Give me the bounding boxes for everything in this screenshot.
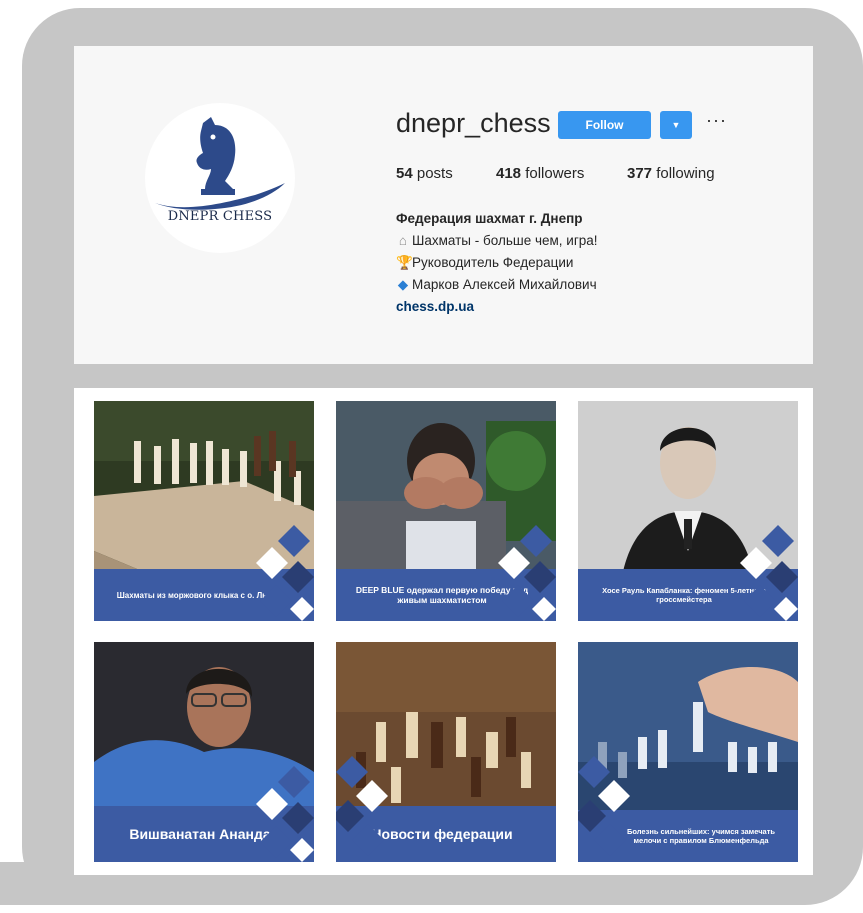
avatar[interactable]: DNEPR CHESS: [145, 103, 295, 253]
stat-posts-label: posts: [416, 165, 453, 182]
post-tile[interactable]: Новости федерации: [336, 642, 556, 862]
stat-followers-label: followers: [525, 165, 585, 182]
post-tile[interactable]: DEEP BLUE одержал первую победу над живы…: [336, 401, 556, 621]
diamond-pattern-decoration: [256, 525, 314, 621]
more-options-icon[interactable]: ···: [706, 110, 727, 131]
stat-followers[interactable]: 418 followers: [496, 165, 584, 182]
diamond-pattern-decoration: [578, 756, 630, 856]
avatar-brand-text: DNEPR CHESS: [167, 209, 273, 224]
diamond-pattern-decoration: [740, 525, 798, 621]
profile-header: DNEPR CHESS dnepr_chess Follow ▼ ··· 54 …: [74, 46, 813, 364]
bio-line-3-text: Марков Алексей Михайлович: [412, 277, 597, 292]
diamond-pattern-decoration: [256, 766, 314, 862]
stat-following[interactable]: 377 following: [627, 165, 715, 182]
stat-following-label: following: [656, 165, 715, 182]
posts-grid: Шахматы из моржового клыка с о. Льюис DE…: [74, 388, 813, 875]
trophy-icon: 🏆: [396, 255, 413, 270]
follow-button[interactable]: Follow: [558, 111, 651, 139]
knight-logo-icon: [155, 117, 285, 210]
stat-followers-count: 418: [496, 165, 522, 182]
diamond-pattern-decoration: [336, 756, 388, 856]
stat-following-count: 377: [627, 165, 653, 182]
profile-bio: Федерация шахмат г. Днепр ⌂ Шахматы - бол…: [396, 208, 598, 318]
post-tile[interactable]: Шахматы из моржового клыка с о. Льюис: [94, 401, 314, 621]
post-tile[interactable]: Вишванатан Ананда: [94, 642, 314, 862]
diamond-icon: ◆: [397, 277, 409, 292]
bio-line-2: 🏆Руководитель Федерации: [396, 252, 598, 274]
post-tile[interactable]: Хосе Рауль Капабланка: феномен 5-летнего…: [578, 401, 798, 621]
bio-line-1-text: Шахматы - больше чем, игра!: [412, 233, 598, 248]
stat-posts-count: 54: [396, 165, 413, 182]
bio-website-link[interactable]: chess.dp.ua: [396, 296, 598, 318]
post-caption: Болезнь сильнейших: учимся замечать мело…: [626, 827, 775, 845]
bio-line-1: ⌂ Шахматы - больше чем, игра!: [396, 230, 598, 252]
stat-posts: 54 posts: [396, 165, 453, 182]
bio-line-3: ◆ Марков Алексей Михайлович: [396, 274, 598, 296]
username: dnepr_chess: [396, 108, 551, 138]
bio-full-name: Федерация шахмат г. Днепр: [396, 211, 583, 226]
diamond-pattern-decoration: [498, 525, 556, 621]
home-icon: ⌂: [398, 233, 408, 248]
suggestions-dropdown-button[interactable]: ▼: [660, 111, 692, 139]
post-tile[interactable]: Болезнь сильнейших: учимся замечать мело…: [578, 642, 798, 862]
bio-line-2-text: Руководитель Федерации: [412, 255, 574, 270]
caret-down-icon: ▼: [671, 120, 681, 130]
